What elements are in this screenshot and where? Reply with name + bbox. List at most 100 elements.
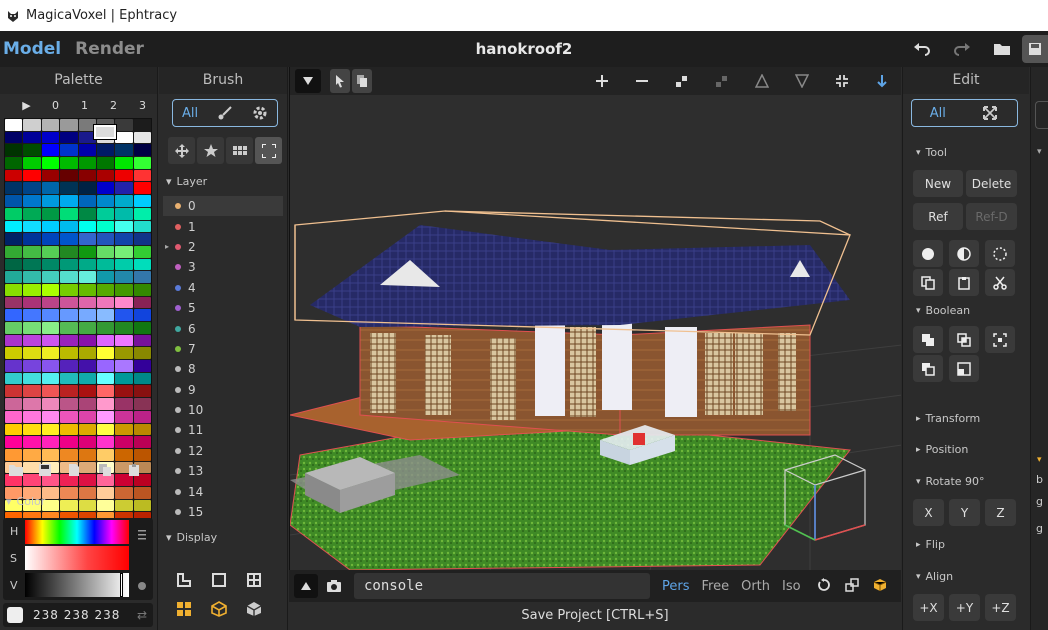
layer-item[interactable]: 0 bbox=[163, 196, 283, 217]
palette-swatch[interactable] bbox=[133, 182, 151, 195]
save-icon[interactable] bbox=[38, 463, 54, 479]
palette-swatch[interactable] bbox=[60, 119, 78, 131]
cube-outline-icon[interactable] bbox=[211, 601, 227, 621]
palette-swatch[interactable] bbox=[23, 195, 41, 207]
grid-square-icon[interactable] bbox=[246, 572, 262, 592]
ref-d-button[interactable]: Ref-D bbox=[966, 203, 1017, 230]
align-x-button[interactable]: +X bbox=[913, 594, 944, 621]
palette-swatch[interactable] bbox=[5, 169, 23, 182]
palette-swatch[interactable] bbox=[133, 423, 151, 436]
palette-swatch[interactable] bbox=[60, 182, 78, 195]
palette-swatch[interactable] bbox=[41, 233, 60, 245]
layer-item[interactable]: 15 bbox=[163, 502, 283, 522]
palette-swatch[interactable] bbox=[78, 182, 96, 195]
palette-swatch[interactable] bbox=[133, 131, 151, 144]
palette-swatch[interactable] bbox=[78, 245, 96, 258]
cube-render-icon[interactable] bbox=[873, 577, 887, 596]
palette-swatch[interactable] bbox=[60, 157, 78, 169]
palette-swatch[interactable] bbox=[78, 207, 96, 220]
palette-swatch[interactable] bbox=[60, 398, 78, 410]
palette-swatch[interactable] bbox=[23, 271, 41, 283]
mode-model-tab[interactable]: Model bbox=[3, 39, 61, 59]
palette-swatch[interactable] bbox=[133, 245, 151, 258]
saturation-slider[interactable] bbox=[25, 546, 129, 570]
frame-icon[interactable] bbox=[176, 572, 192, 592]
brush-paint-icon[interactable] bbox=[207, 100, 243, 126]
palette-swatch[interactable] bbox=[5, 258, 23, 271]
grid-toggle-icon[interactable] bbox=[844, 577, 859, 596]
palette-swatch[interactable] bbox=[60, 410, 78, 423]
paste-icon[interactable] bbox=[949, 269, 979, 296]
palette-swatch[interactable] bbox=[41, 436, 60, 448]
palette-swatch[interactable] bbox=[133, 499, 151, 512]
palette-swatch[interactable] bbox=[5, 423, 23, 436]
palette-swatch[interactable] bbox=[96, 410, 115, 423]
palette-swatch[interactable] bbox=[23, 296, 41, 309]
palette-swatch[interactable] bbox=[96, 423, 115, 436]
palette-swatch[interactable] bbox=[5, 410, 23, 423]
palette-swatch[interactable] bbox=[78, 220, 96, 233]
rotate-section-header[interactable]: ▾ Rotate 90° bbox=[916, 475, 985, 488]
star-icon[interactable] bbox=[197, 137, 224, 164]
reset-view-icon[interactable] bbox=[817, 577, 831, 596]
palette-swatch[interactable] bbox=[96, 283, 115, 296]
palette-swatch[interactable] bbox=[23, 233, 41, 245]
palette-swatch[interactable] bbox=[23, 309, 41, 321]
palette-swatch[interactable] bbox=[133, 309, 151, 321]
palette-swatch[interactable] bbox=[60, 169, 78, 182]
palette-swatch[interactable] bbox=[96, 169, 115, 182]
palette-swatch[interactable] bbox=[78, 283, 96, 296]
layer-item[interactable]: 6 bbox=[163, 318, 283, 338]
palette-swatch[interactable] bbox=[41, 131, 60, 144]
scissors-icon[interactable] bbox=[985, 269, 1015, 296]
palette-swatch[interactable] bbox=[78, 157, 96, 169]
copy-icon[interactable] bbox=[98, 463, 114, 479]
palette-swatch[interactable] bbox=[78, 423, 96, 436]
palette-swatch[interactable] bbox=[133, 360, 151, 372]
palette-swatch[interactable] bbox=[5, 119, 23, 131]
palette-swatch[interactable] bbox=[41, 169, 60, 182]
palette-swatch[interactable] bbox=[23, 398, 41, 410]
position-section-header[interactable]: ▸ Position bbox=[916, 443, 968, 456]
edit-all-button[interactable]: All bbox=[912, 100, 964, 126]
palette-swatch[interactable] bbox=[60, 195, 78, 207]
color-section-header[interactable]: ▾ Color bbox=[6, 495, 45, 508]
palette-swatch[interactable] bbox=[60, 283, 78, 296]
palette-swatch[interactable] bbox=[133, 220, 151, 233]
move-icon[interactable] bbox=[168, 137, 195, 164]
palette-swatch[interactable] bbox=[96, 144, 115, 157]
palette-swatch[interactable] bbox=[60, 360, 78, 372]
triangle-down-icon[interactable] bbox=[790, 69, 814, 93]
palette-swatch[interactable] bbox=[115, 296, 133, 309]
rgb-field[interactable]: 238 238 238 ⇄ bbox=[3, 603, 153, 627]
rotate-y-button[interactable]: Y bbox=[949, 499, 980, 526]
palette-swatch[interactable] bbox=[5, 385, 23, 398]
align-y-button[interactable]: +Y bbox=[949, 594, 980, 621]
palette-swatch[interactable] bbox=[23, 131, 41, 144]
square-outline-icon[interactable] bbox=[211, 572, 227, 592]
palette-swatch[interactable] bbox=[60, 144, 78, 157]
palette-swatch[interactable] bbox=[23, 347, 41, 360]
palette-swatch[interactable] bbox=[78, 360, 96, 372]
display-section-header[interactable]: ▾ Display bbox=[166, 531, 217, 544]
palette-swatch[interactable] bbox=[41, 309, 60, 321]
palette-swatch[interactable] bbox=[115, 486, 133, 499]
palette-swatch[interactable] bbox=[96, 486, 115, 499]
palette-swatch[interactable] bbox=[96, 233, 115, 245]
palette-swatch[interactable] bbox=[5, 207, 23, 220]
palette-swatch[interactable] bbox=[5, 157, 23, 169]
palette-swatch[interactable] bbox=[115, 207, 133, 220]
copy-pages-icon[interactable] bbox=[352, 69, 372, 93]
cursor-icon[interactable] bbox=[330, 69, 350, 93]
ref-button[interactable]: Ref bbox=[913, 203, 963, 230]
rotate-x-button[interactable]: X bbox=[913, 499, 944, 526]
palette-swatch[interactable] bbox=[60, 385, 78, 398]
3d-viewport[interactable] bbox=[289, 67, 901, 570]
palette-swatch[interactable] bbox=[23, 334, 41, 347]
file-icon[interactable] bbox=[68, 463, 84, 479]
expand-arrows-icon[interactable] bbox=[964, 100, 1017, 126]
palette-swatch[interactable] bbox=[96, 296, 115, 309]
undo-icon[interactable] bbox=[902, 31, 942, 67]
palette-swatch[interactable] bbox=[96, 347, 115, 360]
palette-swatch[interactable] bbox=[133, 195, 151, 207]
